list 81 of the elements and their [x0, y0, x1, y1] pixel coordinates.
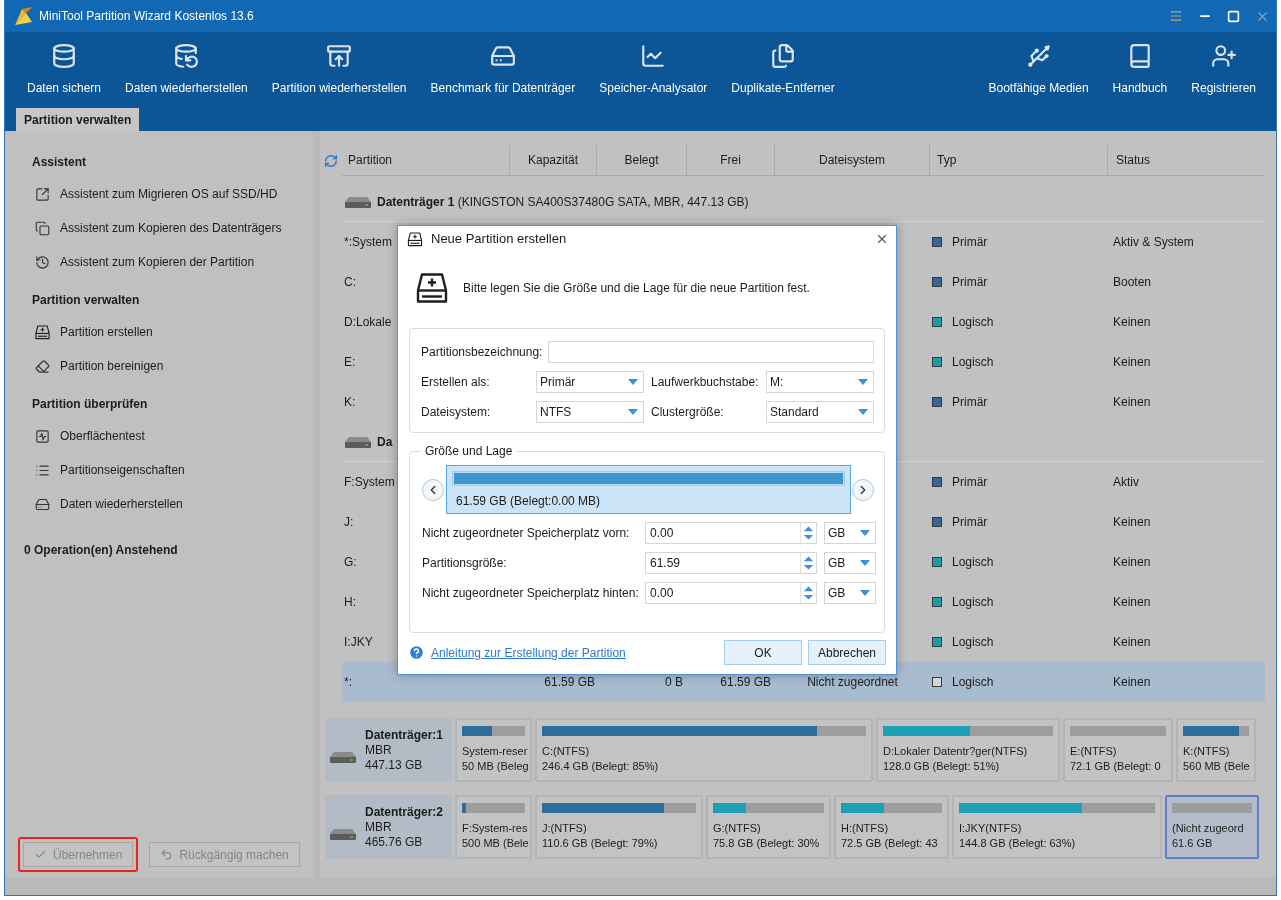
partition-usage: 61.6 GB — [1172, 836, 1214, 851]
partition-usage: 75.8 GB (Belegt: 30% — [713, 836, 821, 851]
table-cell-text: 61.59 GB — [720, 674, 771, 691]
dialog-title: Neue Partition erstellen — [431, 230, 567, 249]
partition-label: K:(NTFS) — [1183, 744, 1231, 759]
table-cell-text: Primär — [952, 514, 988, 531]
partition-usage: 128.0 GB (Belegt: 51%) — [883, 759, 1001, 774]
table-cell: I:JKY — [344, 635, 373, 649]
table-cell: Keinen — [1113, 355, 1151, 369]
partition-scheme: MBR — [365, 742, 393, 758]
partition-label: H:(NTFS) — [841, 821, 890, 836]
disk-size: 465.76 GB — [365, 834, 424, 850]
table-cell: Booten — [1113, 275, 1152, 289]
disk-size: 447.13 GB — [365, 757, 424, 773]
disk-name: Datenträger:1 — [365, 727, 444, 743]
table-cell: H: — [344, 595, 356, 609]
partition-label: D:Lokaler Datentr?ger(NTFS) — [883, 744, 1029, 759]
table-cell: *:System — [344, 235, 392, 249]
field-label: Dateisystem: — [421, 404, 492, 421]
partition-usage: 72.1 GB (Belegt: 0 — [1070, 759, 1162, 774]
table-cell: Keinen — [1113, 515, 1151, 529]
table-cell: Keinen — [1113, 395, 1151, 409]
partition-label: J:(NTFS) — [542, 821, 588, 836]
table-cell-text: Primär — [952, 474, 988, 491]
group-title: Größe und Lage — [424, 443, 514, 460]
field-label: Partitionsgröße: — [422, 555, 508, 572]
table-cell-text: Primär — [952, 274, 988, 291]
table-cell-text: Primär — [952, 394, 988, 411]
partition-label: G:(NTFS) — [713, 821, 762, 836]
table-cell-text: Logisch — [952, 634, 994, 651]
table-cell-text: Primär — [952, 234, 988, 251]
table-cell-text: Logisch — [952, 314, 994, 331]
partition-usage: 144.8 GB (Belegt: 63%) — [959, 836, 1077, 851]
table-cell-text: Logisch — [952, 354, 994, 371]
disk-title: Datenträger 1 (KINGSTON SA400S37480G SATA, MBR, 447.13 GB) — [377, 193, 749, 211]
field-label: Clustergröße: — [651, 404, 725, 421]
field-label: Nicht zugeordneter Speicherplatz vorn: — [422, 525, 631, 542]
section-title: Assistent — [32, 154, 87, 171]
instruction-text: Bitte legen Sie die Größe und die Lage für die neue Partition fest. — [463, 280, 810, 297]
disk-name: Datenträger:2 — [365, 804, 444, 820]
table-cell: *: — [344, 675, 352, 689]
partition-label: (Nicht zugeord — [1172, 821, 1245, 836]
partition-usage: 246.4 GB (Belegt: 85%) — [542, 759, 660, 774]
table-cell: G: — [344, 555, 357, 569]
section-title: Partition überprüfen — [32, 396, 148, 413]
partition-size-text: 61.59 GB (Belegt:0.00 MB) — [455, 493, 602, 510]
partition-label: I:JKY(NTFS) — [959, 821, 1023, 836]
table-cell-text: 0 B — [665, 674, 683, 691]
partition-scheme: MBR — [365, 819, 393, 835]
table-cell: Keinen — [1113, 675, 1151, 689]
table-cell: C: — [344, 275, 356, 289]
table-cell-text: Logisch — [952, 554, 994, 571]
section-title: Partition verwalten — [32, 292, 140, 309]
field-label: Laufwerkbuchstabe: — [651, 374, 760, 391]
disk-title: Da — [377, 433, 393, 451]
table-cell: E: — [344, 355, 356, 369]
table-cell: K: — [344, 395, 356, 409]
field-label: Nicht zugeordneter Speicherplatz hinten: — [422, 585, 640, 602]
table-cell-text: Nicht zugeordnet — [807, 674, 898, 691]
table-cell: Aktiv — [1113, 475, 1139, 489]
partition-usage: 110.6 GB (Belegt: 79%) — [542, 836, 659, 851]
table-cell-text: Logisch — [952, 674, 994, 691]
partition-label: E:(NTFS) — [1070, 744, 1118, 759]
field-label: Partitionsbezeichnung: — [421, 344, 544, 361]
table-cell-text: Logisch — [952, 594, 994, 611]
pending-operations: 0 Operation(en) Anstehend — [24, 542, 178, 559]
table-cell: Keinen — [1113, 635, 1151, 649]
table-cell: Keinen — [1113, 595, 1151, 609]
partition-usage: 72.5 GB (Belegt: 43 — [841, 836, 939, 851]
table-cell: D:Lokale — [344, 315, 392, 329]
field-label: Erstellen als: — [421, 374, 491, 391]
partition-usage: 560 MB (Bele — [1183, 759, 1249, 774]
table-cell: F:System — [344, 475, 395, 489]
window-title: MiniTool Partition Wizard Kostenlos 13.6 — [39, 8, 254, 25]
table-cell: Keinen — [1113, 555, 1151, 569]
table-cell: J: — [344, 515, 354, 529]
table-cell: Keinen — [1113, 315, 1151, 329]
table-cell-text: 61.59 GB — [544, 674, 595, 691]
partition-label: F:System-res — [462, 821, 525, 836]
table-cell: Aktiv & System — [1113, 235, 1194, 249]
partition-label: C:(NTFS) — [542, 744, 591, 759]
